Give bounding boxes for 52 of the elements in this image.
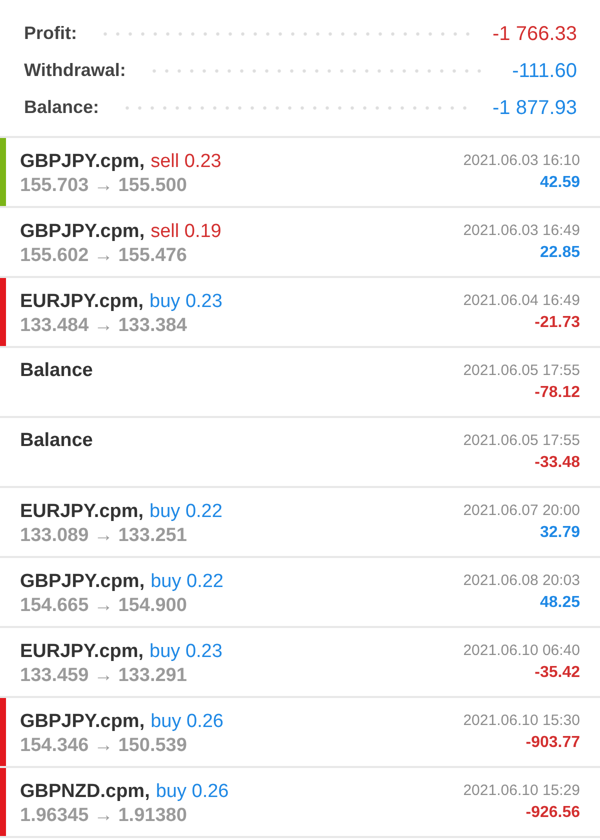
summary-label: Balance:	[24, 96, 100, 119]
time-text: 2021.06.10 06:40	[463, 641, 580, 661]
profit-text: -21.73	[534, 313, 580, 333]
price-text: 133.484 → 133.384	[20, 314, 187, 338]
price-text: 155.703 → 155.500	[20, 174, 187, 198]
time-text: 2021.06.10 15:29	[463, 781, 580, 801]
summary-value: -1 877.93	[492, 96, 577, 120]
time-text: 2021.06.03 16:49	[463, 221, 580, 241]
order-text: buy 0.26	[150, 710, 224, 734]
order-text: buy 0.26	[156, 780, 229, 804]
symbol-text: GBPNZD.cpm,	[20, 780, 150, 804]
price-text: 154.346 → 150.539	[20, 734, 187, 758]
order-text: sell 0.23	[150, 150, 222, 174]
profit-text: 22.85	[540, 243, 580, 263]
symbol-text: EURJPY.cpm,	[20, 290, 144, 314]
balance-title: Balance	[20, 429, 93, 453]
price-text: 1.96345 → 1.91380	[20, 804, 187, 828]
symbol-text: GBPJPY.cpm,	[20, 570, 145, 594]
order-text: buy 0.22	[150, 500, 222, 524]
balance-title: Balance	[20, 359, 93, 383]
profit-text: 42.59	[540, 173, 580, 193]
time-text: 2021.06.03 16:10	[463, 151, 580, 171]
profit-text: -78.12	[534, 383, 580, 403]
time-text: 2021.06.05 17:55	[463, 361, 580, 381]
time-text: 2021.06.08 20:03	[463, 571, 580, 591]
profit-text: -926.56	[526, 803, 580, 823]
profit-text: 32.79	[540, 523, 580, 543]
time-text: 2021.06.04 16:49	[463, 291, 580, 311]
symbol-text: GBPJPY.cpm,	[20, 710, 145, 734]
profit-text: -33.48	[534, 453, 580, 473]
symbol-text: EURJPY.cpm,	[20, 640, 144, 664]
price-text: 133.089 → 133.251	[20, 524, 187, 548]
symbol-text: EURJPY.cpm,	[20, 500, 144, 524]
symbol-text: GBPJPY.cpm,	[20, 220, 145, 244]
time-text: 2021.06.07 20:00	[463, 501, 580, 521]
summary-value: -111.60	[512, 58, 577, 84]
price-text: 155.602 → 155.476	[20, 244, 187, 268]
profit-text: -903.77	[526, 733, 580, 753]
summary-label: Profit:	[24, 22, 77, 45]
price-text: 133.459 → 133.291	[20, 664, 187, 688]
summary-label: Withdrawal:	[24, 59, 126, 82]
summary-value: -1 766.33	[492, 22, 577, 46]
symbol-text: GBPJPY.cpm,	[20, 150, 145, 174]
order-text: buy 0.23	[150, 290, 222, 314]
order-text: buy 0.23	[150, 640, 222, 664]
time-text: 2021.06.05 17:55	[463, 431, 580, 451]
price-text: 154.665 → 154.900	[20, 594, 187, 618]
profit-text: -35.42	[534, 663, 580, 683]
order-text: sell 0.19	[150, 220, 222, 244]
profit-text: 48.25	[540, 593, 580, 613]
time-text: 2021.06.10 15:30	[463, 711, 580, 731]
order-text: buy 0.22	[150, 570, 224, 594]
